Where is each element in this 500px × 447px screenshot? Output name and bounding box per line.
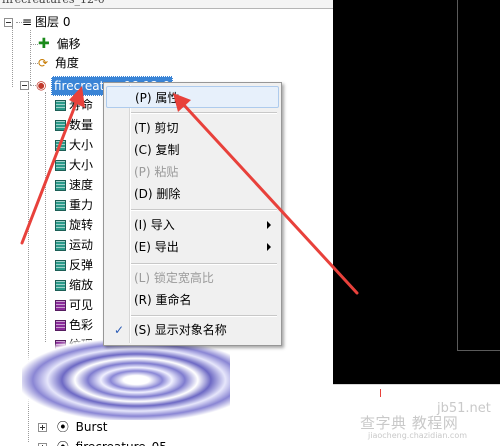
annotation-arrows [20,86,359,295]
annotation-arrow-right [181,102,359,295]
watermark-url: jiaocheng.chazidian.com [368,431,468,440]
watermark-text: 查字典 教程网 [360,414,459,432]
annotation-arrow-left [20,96,80,245]
